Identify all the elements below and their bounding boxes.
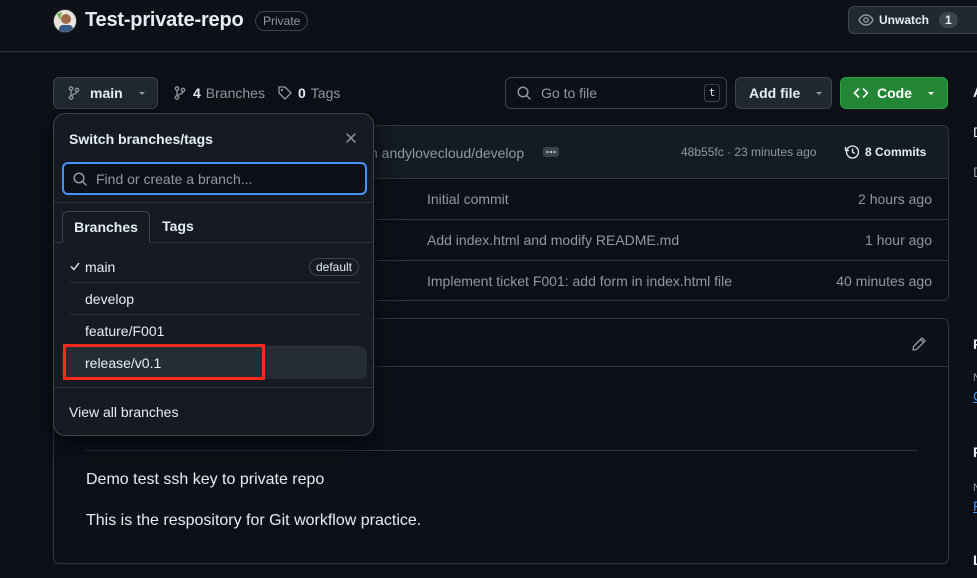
check-icon bbox=[70, 261, 80, 271]
commit-hash-time[interactable]: 48b55fc · 23 minutes ago bbox=[681, 145, 816, 159]
watch-count: 1 bbox=[939, 12, 958, 28]
add-file-button[interactable]: Add file bbox=[735, 77, 832, 109]
sidebar-letter: D bbox=[973, 164, 977, 180]
view-all-branches-link[interactable]: View all branches bbox=[69, 404, 178, 420]
branch-item-feature-f001[interactable]: feature/F001 bbox=[62, 315, 367, 347]
file-commit-message[interactable]: Initial commit bbox=[427, 191, 509, 207]
branch-filter-input[interactable]: Find or create a branch... bbox=[62, 162, 367, 195]
branch-filter-placeholder: Find or create a branch... bbox=[96, 170, 253, 187]
tags-link[interactable]: 0 Tags bbox=[277, 85, 340, 101]
branch-icon bbox=[172, 85, 188, 101]
visibility-badge: Private bbox=[255, 11, 309, 31]
owner-avatar[interactable] bbox=[53, 9, 77, 33]
branch-name: main bbox=[85, 259, 116, 275]
code-icon bbox=[853, 85, 869, 101]
triangle-down-icon bbox=[926, 88, 936, 98]
branch-icon bbox=[66, 85, 82, 101]
unwatch-button[interactable]: Unwatch 1 bbox=[848, 6, 977, 34]
highlight-annotation bbox=[63, 344, 265, 380]
repo-name[interactable]: Test-private-repo bbox=[85, 9, 244, 32]
triangle-down-icon bbox=[814, 88, 824, 98]
sidebar-letter: N bbox=[973, 482, 977, 494]
history-icon bbox=[844, 144, 860, 160]
dropdown-title: Switch branches/tags bbox=[69, 131, 213, 147]
branch-switcher-dropdown: Switch branches/tags Find or create a br… bbox=[53, 113, 374, 436]
sidebar-letter: D bbox=[973, 124, 977, 140]
sidebar-letter: P bbox=[973, 444, 977, 460]
latest-commit-message[interactable]: n andylovecloud/develop bbox=[370, 145, 524, 161]
tags-label: Tags bbox=[310, 85, 341, 101]
repo-header: Test-private-repo Private Unwatch 1 bbox=[0, 0, 977, 52]
readme-divider bbox=[86, 450, 918, 451]
shortcut-key: t bbox=[704, 84, 720, 102]
readme-paragraph: This is the respository for Git workflow… bbox=[86, 512, 422, 529]
triangle-down-icon bbox=[137, 88, 147, 98]
branch-item-main[interactable]: main default bbox=[62, 251, 367, 283]
file-commit-time: 40 minutes ago bbox=[836, 273, 932, 289]
code-button[interactable]: Code bbox=[840, 77, 948, 109]
add-file-label: Add file bbox=[749, 85, 801, 101]
ellipsis-icon[interactable] bbox=[543, 147, 559, 157]
search-icon bbox=[516, 85, 532, 101]
readme-paragraph: Demo test ssh key to private repo bbox=[86, 471, 325, 488]
sidebar-link[interactable]: C bbox=[973, 388, 977, 404]
search-placeholder: Go to file bbox=[541, 85, 598, 101]
sidebar-letter: N bbox=[973, 372, 977, 384]
tag-icon bbox=[277, 85, 293, 101]
branches-label: Branches bbox=[205, 85, 265, 101]
file-commit-time: 1 hour ago bbox=[865, 232, 932, 248]
sidebar-link[interactable]: F bbox=[973, 498, 977, 514]
branches-count: 4 bbox=[193, 85, 201, 101]
divider bbox=[54, 387, 373, 388]
tags-count: 0 bbox=[298, 85, 306, 101]
tab-branches[interactable]: Branches bbox=[62, 211, 150, 243]
pencil-icon[interactable] bbox=[911, 336, 927, 352]
tab-tags[interactable]: Tags bbox=[158, 211, 198, 243]
unwatch-label: Unwatch bbox=[879, 13, 930, 27]
default-badge: default bbox=[308, 258, 359, 276]
branch-select-button[interactable]: main bbox=[53, 77, 158, 109]
go-to-file-input[interactable]: Go to file t bbox=[505, 77, 727, 109]
sidebar-letter: A bbox=[973, 84, 977, 100]
current-branch: main bbox=[90, 85, 123, 101]
file-commit-message[interactable]: Implement ticket F001: add form in index… bbox=[427, 273, 732, 289]
commits-count[interactable]: 8 Commits bbox=[865, 145, 926, 159]
close-icon[interactable] bbox=[343, 130, 359, 146]
divider bbox=[54, 202, 373, 203]
branches-link[interactable]: 4 Branches bbox=[172, 85, 265, 101]
branch-item-develop[interactable]: develop bbox=[62, 283, 367, 315]
sidebar-letter: L bbox=[973, 552, 977, 568]
eye-icon bbox=[858, 12, 874, 28]
file-commit-time: 2 hours ago bbox=[858, 191, 932, 207]
file-commit-message[interactable]: Add index.html and modify README.md bbox=[427, 232, 679, 248]
sidebar-letter: P bbox=[973, 336, 977, 352]
branch-name: feature/F001 bbox=[85, 323, 165, 339]
code-label: Code bbox=[877, 85, 912, 101]
branch-name: develop bbox=[85, 291, 135, 307]
search-icon bbox=[72, 171, 88, 187]
